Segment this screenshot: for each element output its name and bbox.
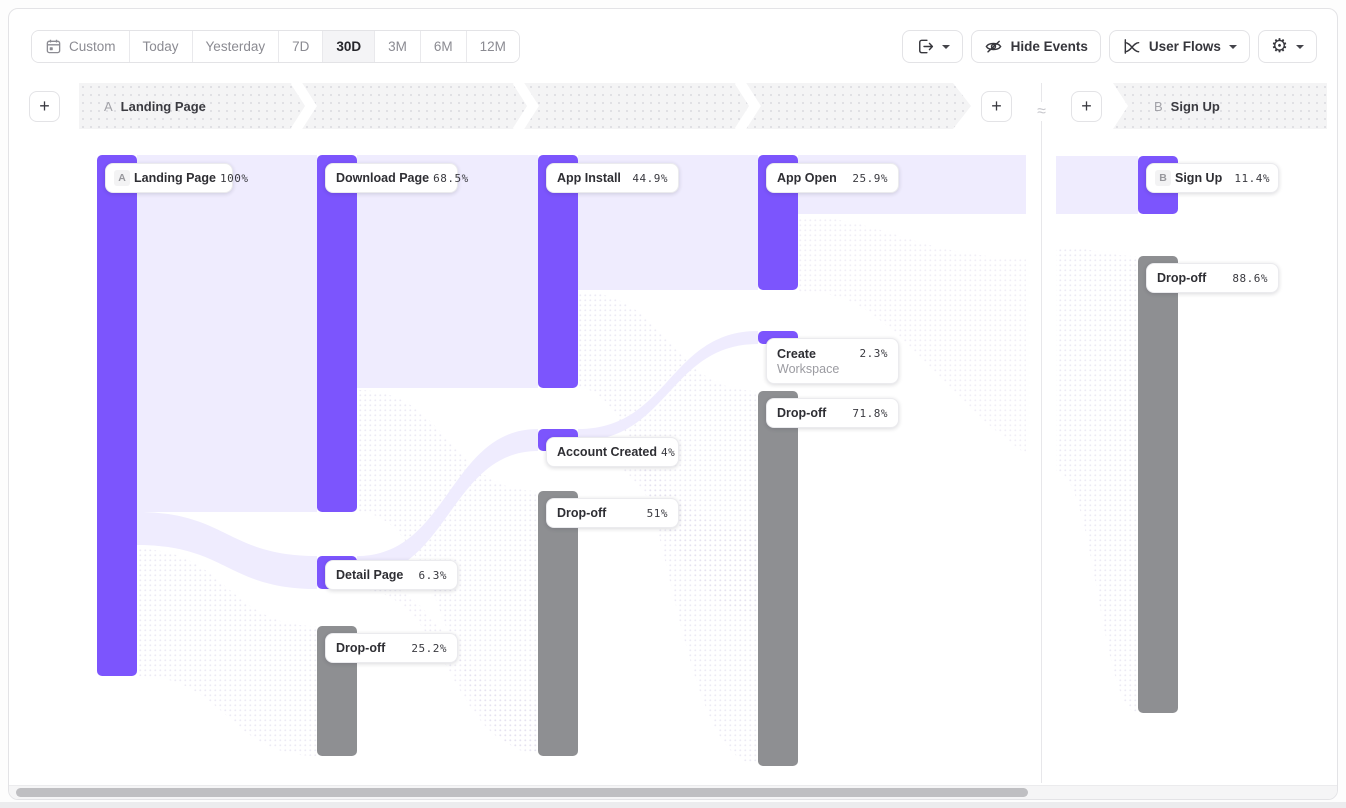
node-label-download-page[interactable]: Download Page 68.5% [325,163,458,193]
node-label-sign-up[interactable]: B Sign Up 11.4% [1146,163,1279,193]
node-label-app-install[interactable]: App Install 44.9% [546,163,679,193]
node-label-app-open[interactable]: App Open 25.9% [766,163,899,193]
flow-signup-in [1056,156,1138,214]
node-label-dropoff-col4[interactable]: Drop-off 71.8% [766,398,899,428]
flow-sectionb-dropoff [1056,247,1138,713]
node-label-detail-page[interactable]: Detail Page 6.3% [325,560,458,590]
node-label-landing-page[interactable]: A Landing Page 100% [105,163,233,193]
bar-download-page[interactable] [317,155,357,512]
step-badge: A [114,170,130,186]
horizontal-scrollbar [9,785,1337,799]
flow-landing-download [137,155,317,512]
page-bottom-strip [0,802,1346,808]
node-label-create-workspace[interactable]: Create 2.3% Workspace [766,338,899,384]
bar-landing-page[interactable] [97,155,137,676]
user-flows-screen: Custom Today Yesterday 7D 30D 3M 6M 12M [0,0,1346,808]
bar-dropoff-colb[interactable] [1138,256,1178,713]
report-card: Custom Today Yesterday 7D 30D 3M 6M 12M [8,8,1338,800]
node-label-dropoff-colb[interactable]: Drop-off 88.6% [1146,263,1279,293]
node-label-dropoff-col3[interactable]: Drop-off 51% [546,498,679,528]
bar-dropoff-col3[interactable] [538,491,578,756]
step-badge: B [1155,170,1171,186]
node-label-account-created[interactable]: Account Created 4% [546,437,679,467]
horizontal-scrollbar-thumb[interactable] [16,788,1028,797]
bar-dropoff-col4[interactable] [758,391,798,766]
approx-connector: ≈ [1031,102,1052,121]
node-label-dropoff-col2[interactable]: Drop-off 25.2% [325,633,458,663]
